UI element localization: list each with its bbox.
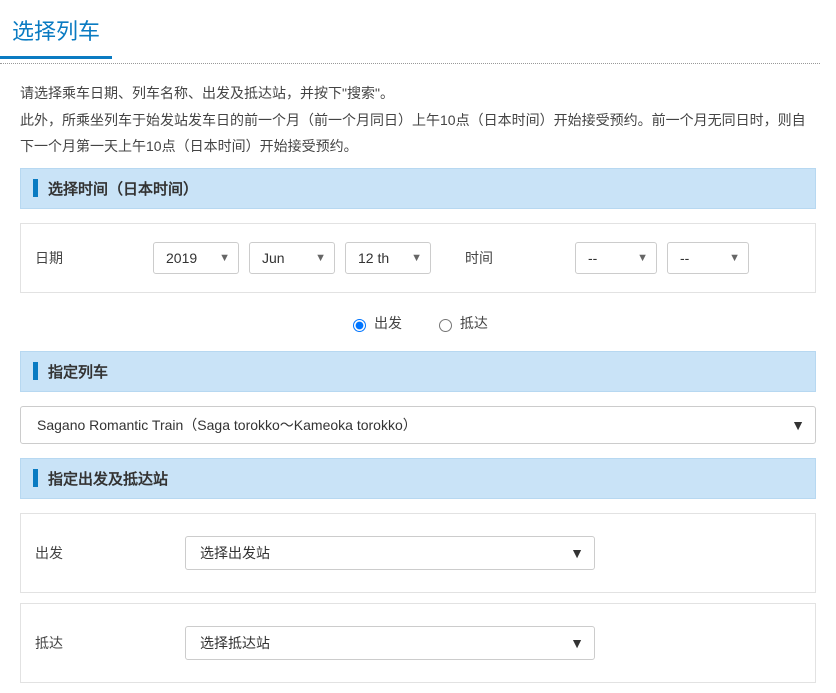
radio-depart[interactable]: 出发: [348, 315, 406, 331]
day-value: 12 th: [358, 250, 389, 266]
depart-station-select[interactable]: 选择出发站 ▼: [185, 536, 595, 570]
section-header-stations: 指定出发及抵达站: [20, 458, 816, 499]
date-label: 日期: [35, 248, 153, 268]
date-time-row: 日期 2019 ▼ Jun ▼ 12 th ▼ 时间 -- ▼ -- ▼: [20, 223, 816, 293]
caret-down-icon: ▼: [219, 252, 230, 264]
train-select-value: Sagano Romantic Train（Saga torokko～Kameo…: [37, 415, 417, 435]
section-header-time: 选择时间（日本时间）: [20, 168, 816, 209]
section-bar-icon: [33, 179, 38, 197]
caret-down-icon: ▼: [791, 417, 805, 433]
radio-arrive[interactable]: 抵达: [434, 315, 488, 331]
arrive-station-row: 抵达 选择抵达站 ▼: [20, 603, 816, 683]
caret-down-icon: ▼: [315, 252, 326, 264]
time-label: 时间: [465, 248, 575, 268]
section-bar-icon: [33, 469, 38, 487]
caret-down-icon: ▼: [570, 545, 584, 561]
month-select[interactable]: Jun ▼: [249, 242, 335, 274]
year-value: 2019: [166, 250, 197, 266]
radio-arrive-label: 抵达: [460, 315, 488, 331]
caret-down-icon: ▼: [411, 252, 422, 264]
minute-select[interactable]: -- ▼: [667, 242, 749, 274]
depart-station-row: 出发 选择出发站 ▼: [20, 513, 816, 593]
radio-depart-input[interactable]: [353, 319, 366, 332]
hour-select[interactable]: -- ▼: [575, 242, 657, 274]
caret-down-icon: ▼: [570, 635, 584, 651]
arrive-station-select[interactable]: 选择抵达站 ▼: [185, 626, 595, 660]
section-bar-icon: [33, 362, 38, 380]
radio-depart-label: 出发: [374, 315, 402, 331]
radio-arrive-input[interactable]: [439, 319, 452, 332]
section-header-train: 指定列车: [20, 351, 816, 392]
month-value: Jun: [262, 250, 285, 266]
train-select[interactable]: Sagano Romantic Train（Saga torokko～Kameo…: [20, 406, 816, 444]
year-select[interactable]: 2019 ▼: [153, 242, 239, 274]
page-title: 选择列车: [0, 6, 112, 59]
depart-station-label: 出发: [35, 543, 185, 563]
instructions: 请选择乘车日期、列车名称、出发及抵达站，并按下"搜索"。 此外，所乘坐列车于始发…: [0, 80, 836, 168]
section-header-train-label: 指定列车: [48, 361, 108, 382]
depart-station-value: 选择出发站: [200, 543, 270, 563]
caret-down-icon: ▼: [729, 252, 740, 264]
direction-radio-group: 出发 抵达: [20, 307, 816, 351]
day-select[interactable]: 12 th ▼: [345, 242, 431, 274]
title-underline: [0, 63, 820, 64]
hour-value: --: [588, 250, 597, 266]
arrive-station-value: 选择抵达站: [200, 633, 270, 653]
caret-down-icon: ▼: [637, 252, 648, 264]
arrive-station-label: 抵达: [35, 633, 185, 653]
instructions-line-2: 此外，所乘坐列车于始发站发车日的前一个月（前一个月同日）上午10点（日本时间）开…: [20, 107, 816, 160]
instructions-line-1: 请选择乘车日期、列车名称、出发及抵达站，并按下"搜索"。: [20, 80, 816, 107]
section-header-stations-label: 指定出发及抵达站: [48, 468, 168, 489]
minute-value: --: [680, 250, 689, 266]
section-header-time-label: 选择时间（日本时间）: [48, 178, 198, 199]
